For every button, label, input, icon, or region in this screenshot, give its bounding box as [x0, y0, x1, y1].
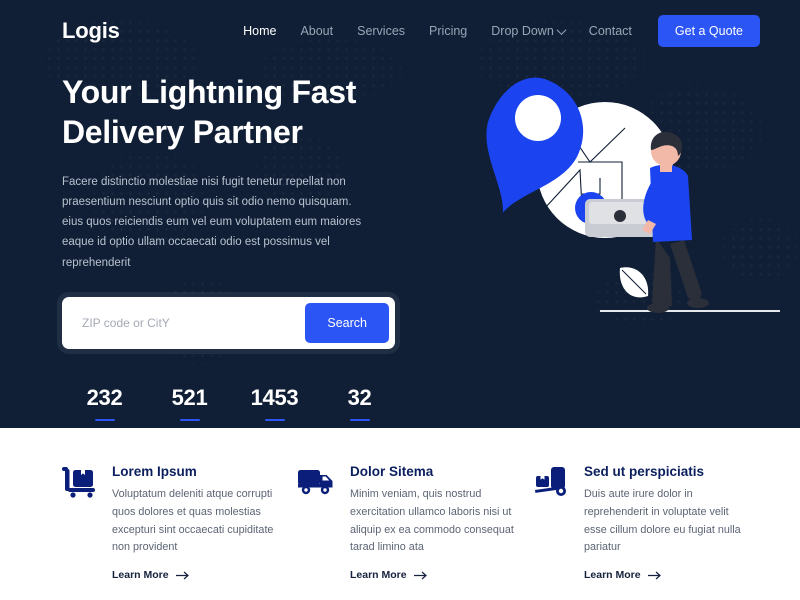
nav-link-pricing[interactable]: Pricing	[417, 24, 479, 38]
hero-section: Logis Home About Services Pricing Drop D…	[0, 0, 800, 428]
stat-underline	[179, 418, 200, 422]
stat-item-workers: 32 Workers	[317, 385, 402, 428]
learn-more-link[interactable]: Learn More	[112, 569, 190, 581]
logo[interactable]: Logis	[62, 18, 120, 44]
get-a-quote-button[interactable]: Get a Quote	[657, 15, 760, 47]
learn-more-link[interactable]: Learn More	[584, 569, 662, 581]
nav-link-label: Home	[243, 24, 277, 38]
stat-underline	[264, 418, 285, 422]
nav-link-contact[interactable]: Contact	[577, 24, 644, 38]
feature-card: Sed ut perspiciatis Duis aute irure dolo…	[534, 464, 752, 600]
nav-link-label: Drop Down	[491, 24, 554, 38]
hero-illustration	[450, 58, 790, 328]
feature-card-text: Voluptatum deleniti atque corrupti quos …	[112, 488, 274, 554]
nav-link-label: Pricing	[429, 24, 468, 38]
stat-item-support: 1453 Support	[232, 385, 317, 428]
delivery-truck-icon	[298, 464, 336, 600]
stats-row: 232 Clients 521 Projects 1453 Support 32…	[62, 385, 402, 428]
navbar: Logis Home About Services Pricing Drop D…	[0, 0, 800, 62]
feature-card-text: Minim veniam, quis nostrud exercitation …	[350, 488, 514, 554]
stat-value: 1453	[250, 384, 299, 410]
arrow-right-icon	[647, 571, 661, 580]
learn-more-label: Learn More	[350, 569, 407, 582]
nav-links: Home About Services Pricing Drop Down Co…	[231, 15, 760, 47]
nav-link-about[interactable]: About	[288, 24, 345, 38]
stat-item-clients: 232 Clients	[62, 385, 147, 428]
learn-more-label: Learn More	[584, 569, 641, 582]
feature-card-title: Lorem Ipsum	[112, 464, 197, 479]
learn-more-label: Learn More	[112, 569, 169, 582]
tilted-dolly-box-icon	[534, 464, 570, 600]
hero-title-line-1: Your Lightning Fast	[62, 74, 357, 110]
arrow-right-icon	[175, 571, 189, 580]
hero-content: Your Lightning Fast Delivery Partner Fac…	[62, 72, 407, 428]
nav-link-services[interactable]: Services	[345, 24, 417, 38]
stat-value: 521	[171, 384, 208, 410]
nav-link-home[interactable]: Home	[231, 24, 288, 38]
search-input[interactable]	[68, 315, 306, 330]
feature-card-title: Dolor Sitema	[350, 464, 434, 479]
hero-title: Your Lightning Fast Delivery Partner	[62, 72, 407, 152]
feature-card: Lorem Ipsum Voluptatum deleniti atque co…	[62, 464, 280, 600]
feature-card-title: Sed ut perspiciatis	[584, 464, 705, 479]
stat-value: 32	[347, 384, 372, 410]
feature-card: Dolor Sitema Minim veniam, quis nostrud …	[298, 464, 516, 600]
stat-item-projects: 521 Projects	[147, 385, 232, 428]
learn-more-link[interactable]: Learn More	[350, 569, 428, 581]
features-section: Lorem Ipsum Voluptatum deleniti atque co…	[0, 428, 800, 600]
feature-card-text: Duis aute irure dolor in reprehenderit i…	[584, 488, 741, 554]
arrow-right-icon	[413, 571, 427, 580]
hero-title-line-2: Delivery Partner	[62, 114, 303, 150]
search-button[interactable]: Search	[305, 302, 389, 343]
nav-link-label: Contact	[588, 24, 632, 38]
stat-value: 232	[86, 384, 123, 410]
hero-description: Facere distinctio molestiae nisi fugit t…	[62, 176, 362, 269]
nav-link-label: About	[300, 24, 334, 38]
hand-truck-box-icon	[62, 464, 98, 600]
search-bar: Search	[62, 296, 395, 349]
stat-underline	[349, 418, 370, 422]
chevron-down-icon	[556, 24, 567, 35]
nav-link-drop-down[interactable]: Drop Down	[479, 24, 577, 38]
stat-underline	[94, 418, 115, 422]
nav-link-label: Services	[357, 24, 406, 38]
